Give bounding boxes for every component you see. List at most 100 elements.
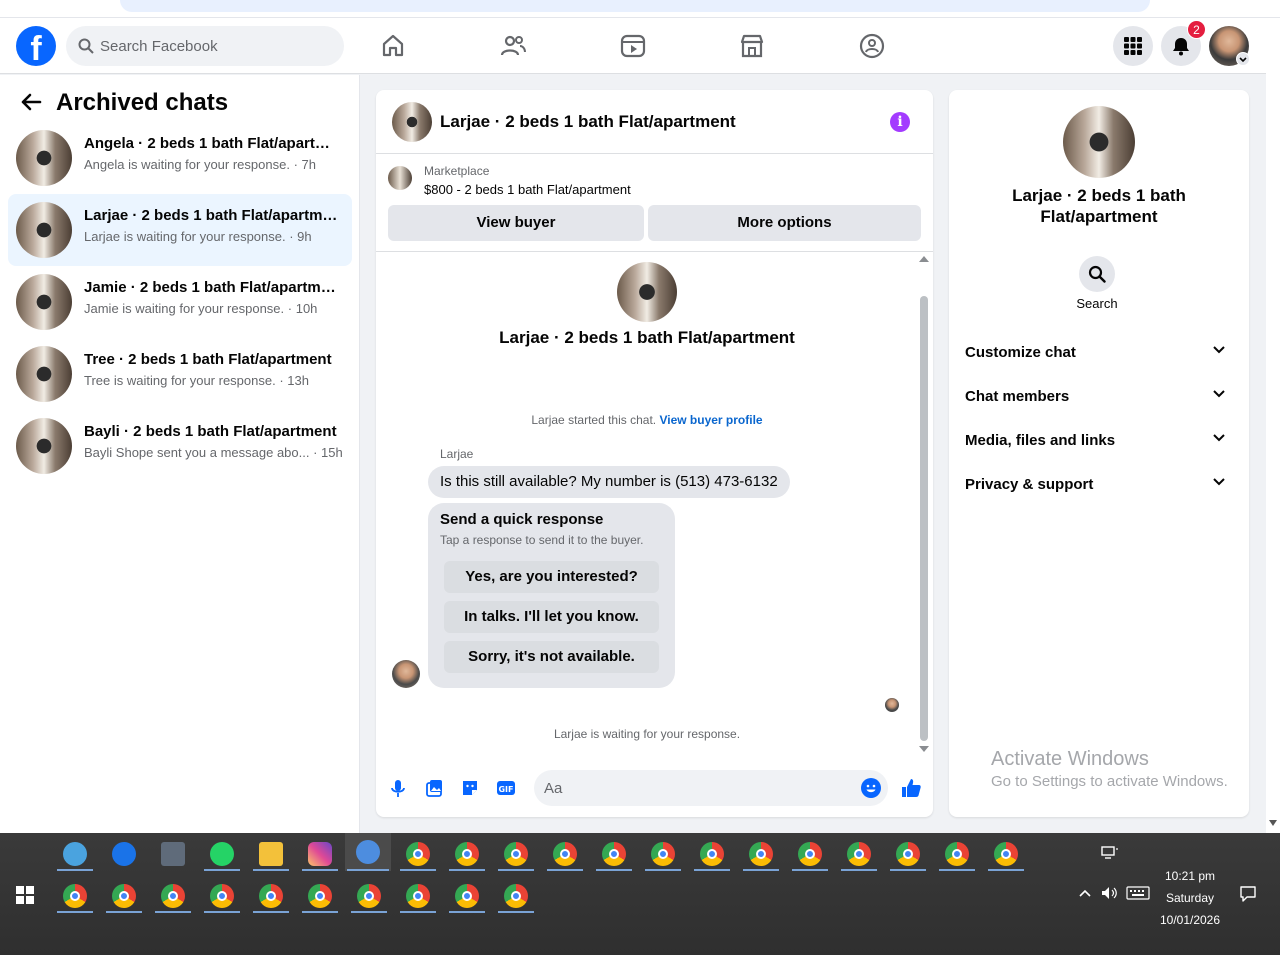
chrome-icon[interactable] bbox=[545, 835, 585, 871]
message-thread[interactable]: Larjae · 2 beds 1 bath Flat/apartment La… bbox=[376, 252, 933, 756]
page-scroll-down-arrow-icon[interactable] bbox=[1269, 820, 1277, 826]
facebook-navbar: f 2 bbox=[0, 18, 1266, 74]
facebook-logo-icon[interactable]: f bbox=[16, 26, 56, 66]
search-box[interactable] bbox=[66, 26, 344, 66]
chat-list-item-active[interactable]: Larjae · 2 beds 1 bath Flat/apartme... L… bbox=[8, 194, 352, 266]
chrome-icon[interactable] bbox=[594, 835, 634, 871]
chrome-icon[interactable] bbox=[398, 877, 438, 913]
sender-name: Larjae bbox=[440, 447, 474, 461]
details-avatar[interactable] bbox=[1063, 106, 1135, 178]
volume-icon[interactable] bbox=[1101, 886, 1119, 900]
file-explorer-icon[interactable] bbox=[251, 835, 291, 871]
more-options-button[interactable]: More options bbox=[648, 205, 921, 241]
info-icon[interactable]: i bbox=[890, 112, 910, 132]
action-center-icon[interactable] bbox=[1239, 885, 1257, 903]
quick-response-button[interactable]: In talks. I'll let you know. bbox=[444, 601, 659, 633]
search-input[interactable] bbox=[100, 26, 330, 66]
chrome-icon[interactable] bbox=[888, 835, 928, 871]
calculator-icon[interactable] bbox=[153, 835, 193, 871]
back-arrow-icon[interactable] bbox=[20, 93, 42, 111]
windows-taskbar: 10:21 pm Saturday 10/01/2026 bbox=[0, 833, 1280, 955]
archived-chats-sidebar: Archived chats Angela · 2 beds 1 bath Fl… bbox=[0, 75, 360, 833]
thumbs-up-icon[interactable] bbox=[900, 777, 922, 799]
tray-chevron-up-icon[interactable] bbox=[1079, 889, 1091, 897]
chat-members-section[interactable]: Chat members bbox=[965, 374, 1233, 418]
customize-chat-section[interactable]: Customize chat bbox=[965, 330, 1233, 374]
marketplace-listing-thumbnail[interactable] bbox=[388, 166, 412, 190]
chrome-icon[interactable] bbox=[937, 835, 977, 871]
chrome-icon[interactable] bbox=[496, 877, 536, 913]
desktop-notification-icon[interactable] bbox=[1101, 846, 1119, 860]
taskbar-app-icon[interactable] bbox=[104, 835, 144, 871]
photo-icon[interactable] bbox=[424, 778, 444, 798]
listing-price[interactable]: $800 - 2 beds 1 bath Flat/apartment bbox=[424, 182, 631, 197]
search-in-conversation-button[interactable] bbox=[1079, 256, 1115, 292]
message-input-box[interactable] bbox=[534, 770, 888, 806]
section-label: Customize chat bbox=[965, 344, 1076, 361]
chat-list-item[interactable]: Angela · 2 beds 1 bath Flat/apartm... An… bbox=[8, 122, 352, 194]
chrome-icon[interactable] bbox=[251, 877, 291, 913]
conversation-title[interactable]: Larjae · 2 beds 1 bath Flat/apartment bbox=[440, 112, 736, 132]
media-files-links-section[interactable]: Media, files and links bbox=[965, 418, 1233, 462]
microphone-icon[interactable] bbox=[388, 778, 408, 798]
view-buyer-profile-link[interactable]: View buyer profile bbox=[659, 413, 762, 427]
view-buyer-button[interactable]: View buyer bbox=[388, 205, 644, 241]
chat-list-item[interactable]: Tree · 2 beds 1 bath Flat/apartment Tree… bbox=[8, 338, 352, 410]
taskbar-app-icon[interactable] bbox=[55, 835, 95, 871]
keyboard-icon[interactable] bbox=[1126, 886, 1150, 900]
chat-list-item[interactable]: Jamie · 2 beds 1 bath Flat/apartment Jam… bbox=[8, 266, 352, 338]
chat-preview: Tree is waiting for your response. · 13h bbox=[84, 373, 309, 388]
chrome-icon[interactable] bbox=[447, 877, 487, 913]
quick-response-button[interactable]: Sorry, it's not available. bbox=[444, 641, 659, 673]
address-bar[interactable] bbox=[120, 0, 1150, 12]
scrollbar-thumb[interactable] bbox=[920, 296, 928, 741]
snipping-tool-icon[interactable] bbox=[345, 833, 391, 871]
message-composer: GIF bbox=[376, 766, 933, 810]
scroll-down-arrow-icon[interactable] bbox=[919, 746, 929, 752]
notification-badge: 2 bbox=[1187, 20, 1206, 39]
emoji-icon[interactable] bbox=[861, 778, 881, 798]
page-scrollbar[interactable] bbox=[1266, 18, 1280, 833]
conversation-header: Larjae · 2 beds 1 bath Flat/apartment i bbox=[376, 90, 933, 154]
chat-preview: Jamie is waiting for your response. · 10… bbox=[84, 301, 318, 316]
windows-start-icon[interactable] bbox=[16, 886, 34, 904]
gif-icon[interactable]: GIF bbox=[496, 778, 516, 798]
chrome-icon[interactable] bbox=[839, 835, 879, 871]
chrome-icon[interactable] bbox=[643, 835, 683, 871]
friends-icon[interactable] bbox=[499, 32, 527, 60]
whatsapp-icon[interactable] bbox=[202, 835, 242, 871]
video-icon[interactable] bbox=[619, 32, 647, 60]
scroll-up-arrow-icon[interactable] bbox=[919, 256, 929, 262]
privacy-support-section[interactable]: Privacy & support bbox=[965, 462, 1233, 506]
chrome-icon[interactable] bbox=[153, 877, 193, 913]
chrome-icon[interactable] bbox=[300, 877, 340, 913]
chrome-icon[interactable] bbox=[398, 835, 438, 871]
chrome-icon[interactable] bbox=[104, 877, 144, 913]
chrome-icon[interactable] bbox=[349, 877, 389, 913]
home-icon[interactable] bbox=[379, 32, 407, 60]
thread-scrollbar[interactable] bbox=[918, 252, 930, 756]
marketplace-icon[interactable] bbox=[738, 32, 766, 60]
chrome-icon[interactable] bbox=[202, 877, 242, 913]
system-clock[interactable]: 10:21 pm Saturday 10/01/2026 bbox=[1150, 865, 1230, 931]
account-chevron-icon[interactable] bbox=[1236, 52, 1250, 66]
message-bubble[interactable]: Is this still available? My number is (5… bbox=[428, 466, 790, 498]
chrome-icon[interactable] bbox=[447, 835, 487, 871]
quick-response-button[interactable]: Yes, are you interested? bbox=[444, 561, 659, 593]
chat-name: Bayli · 2 beds 1 bath Flat/apartment bbox=[84, 423, 337, 440]
chrome-icon[interactable] bbox=[692, 835, 732, 871]
message-input[interactable] bbox=[544, 770, 844, 806]
chat-list-item[interactable]: Bayli · 2 beds 1 bath Flat/apartment Bay… bbox=[8, 410, 352, 482]
chrome-icon[interactable] bbox=[741, 835, 781, 871]
menu-grid-button[interactable] bbox=[1113, 26, 1153, 66]
chrome-icon[interactable] bbox=[790, 835, 830, 871]
listing-thumbnail[interactable] bbox=[392, 102, 432, 142]
chrome-icon[interactable] bbox=[496, 835, 536, 871]
chrome-icon[interactable] bbox=[986, 835, 1026, 871]
groups-icon[interactable] bbox=[858, 32, 886, 60]
instagram-icon[interactable] bbox=[300, 835, 340, 871]
sticker-icon[interactable] bbox=[460, 778, 480, 798]
listing-thumbnail bbox=[16, 418, 72, 474]
clock-date: 10/01/2026 bbox=[1159, 913, 1221, 927]
chrome-icon[interactable] bbox=[55, 877, 95, 913]
